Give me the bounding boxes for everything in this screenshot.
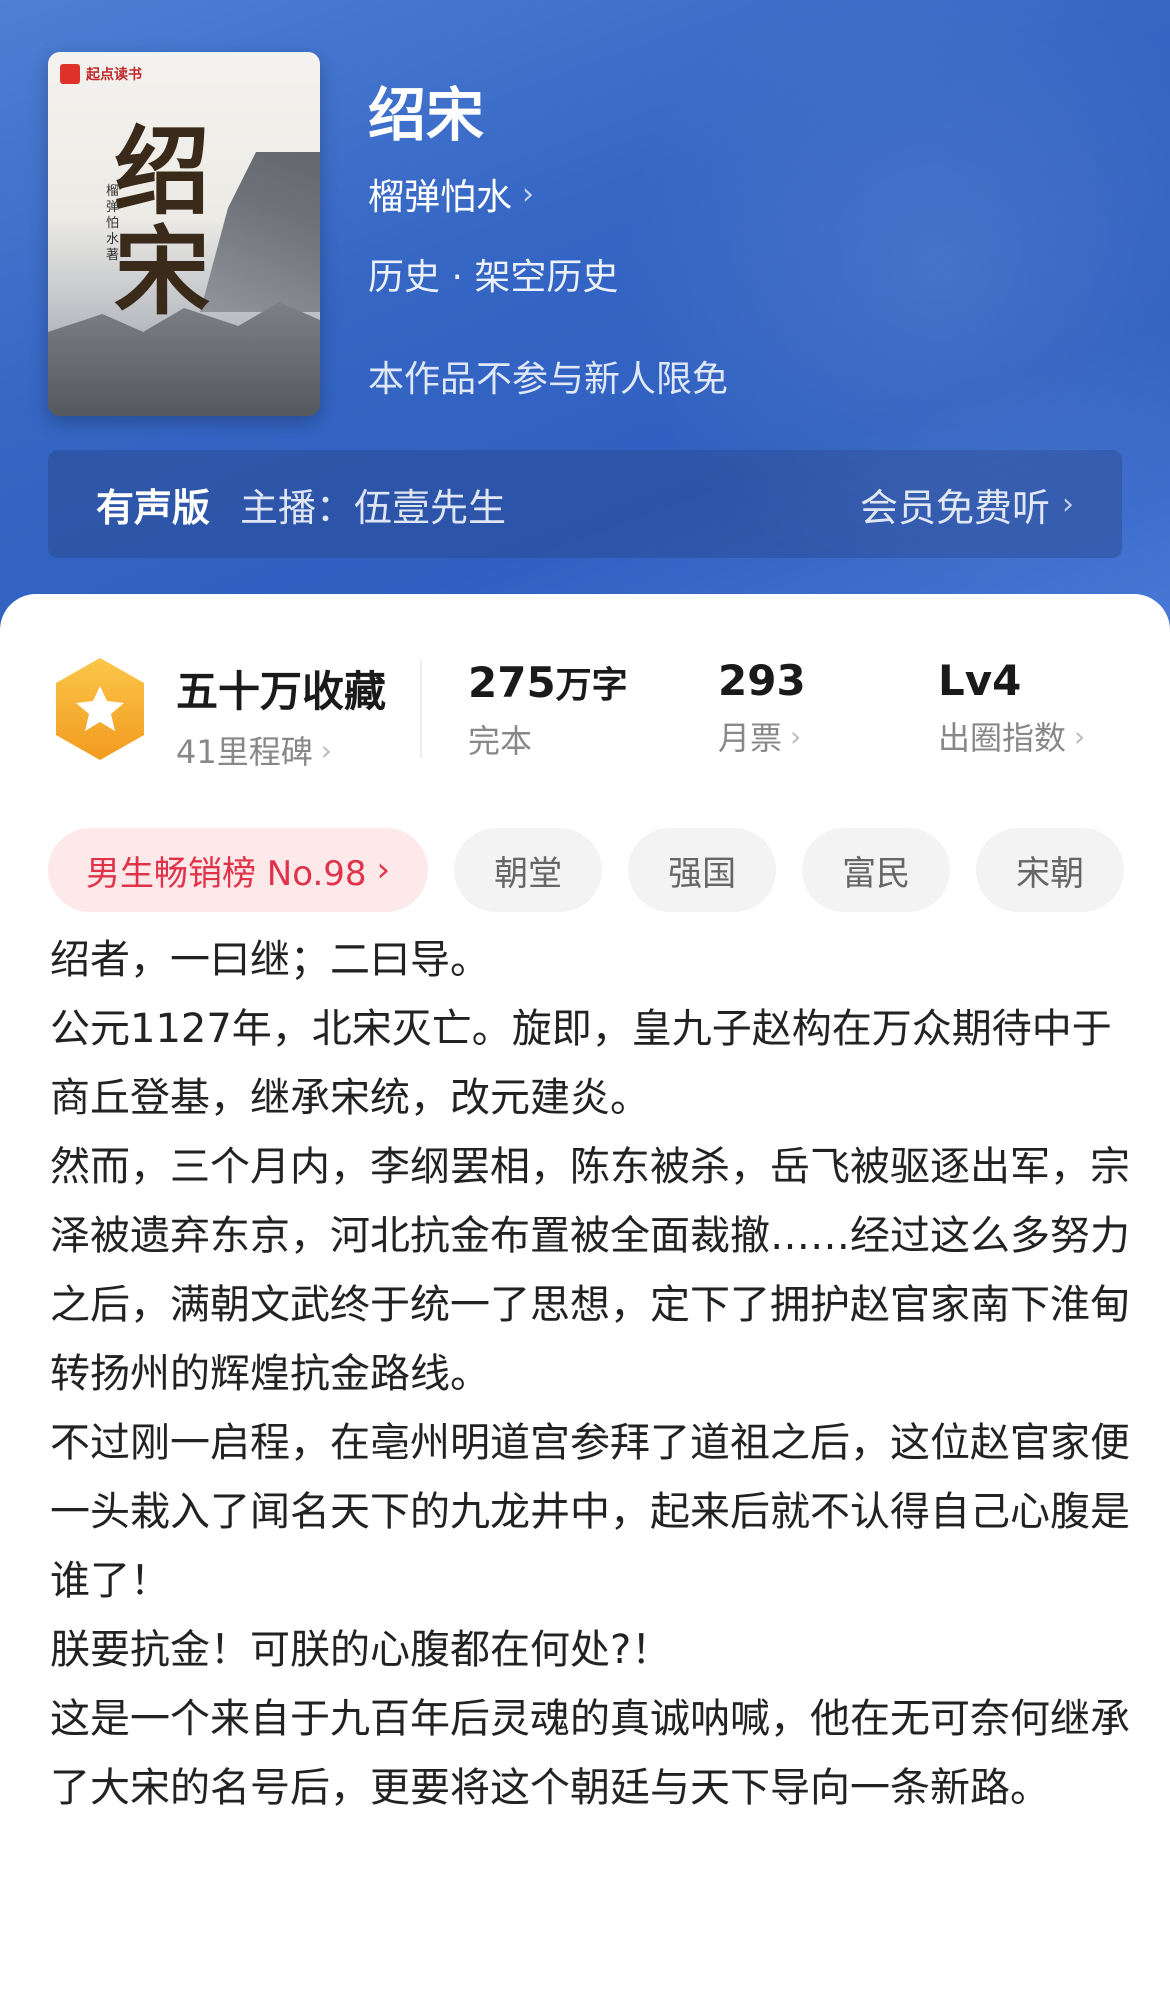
free-listen-link[interactable]: 会员免费听 › — [860, 477, 1074, 532]
chevron-right-icon: › — [1062, 486, 1074, 522]
promo-notice: 本作品不参与新人限免 — [368, 359, 729, 400]
tag-qiangguo[interactable]: 强国 — [628, 828, 777, 912]
rank-tag[interactable]: 男生畅销榜 No.98 › — [48, 828, 429, 912]
collection-count: 五十万收藏 — [176, 667, 387, 716]
tag-chaotang[interactable]: 朝堂 — [454, 828, 603, 912]
synopsis-paragraph: 然而，三个月内，李纲罢相，陈东被杀，岳飞被驱逐出军，宗泽被遗弃东京，河北抗金布置… — [50, 1144, 1130, 1397]
detail-sheet: 五十万收藏 41里程碑 › 275万字 完本 293 月票 › Lv4 出圈指数… — [0, 594, 1170, 1992]
monthly-ticket-count: 293 — [718, 656, 806, 705]
synopsis-paragraph: 公元1127年，北宋灭亡。旋即，皇九子赵构在万众期待中于商丘登基，继承宋统，改元… — [50, 1006, 1112, 1121]
author-link[interactable]: 榴弹怕水 › — [368, 168, 534, 220]
cover-brand: 起点读书 — [60, 64, 142, 84]
rank-label: 男生畅销榜 No.98 — [86, 853, 367, 894]
popularity-index-stat[interactable]: Lv4 出圈指数 › — [938, 656, 1085, 759]
book-title: 绍宋 — [368, 81, 485, 149]
free-listen-label: 会员免费听 — [859, 485, 1050, 530]
synopsis-paragraph: 不过刚一启程，在亳州明道宫参拜了道祖之后，这位赵官家便一头栽入了闻名天下的九龙井… — [50, 1420, 1130, 1604]
chevron-right-icon: › — [376, 850, 391, 890]
cover-title: 绍宋 — [114, 115, 210, 328]
synopsis-paragraph: 这是一个来自于九百年后灵魂的真诚呐喊，他在无可奈何继承了大宋的名号后，更要将这个… — [50, 1696, 1130, 1811]
tag-row: 男生畅销榜 No.98 › 朝堂 强国 富民 宋朝 — [48, 828, 1125, 912]
chevron-right-icon: › — [790, 719, 802, 753]
book-cover[interactable]: 起点读书 榴弹怕水著 绍宋 — [48, 52, 320, 416]
stats-divider — [420, 660, 422, 758]
monthly-ticket-label: 月票 — [718, 719, 783, 757]
tag-songchao[interactable]: 宋朝 — [976, 828, 1125, 912]
chevron-right-icon: › — [522, 176, 535, 212]
completion-status: 完本 — [468, 722, 533, 760]
star-badge-icon — [56, 658, 144, 760]
cover-illustration-roof — [200, 152, 320, 312]
synopsis-paragraph: 朕要抗金！可朕的心腹都在何处?！ — [50, 1627, 672, 1673]
milestone-label: 41里程碑 — [176, 733, 313, 771]
word-count-number: 275 — [468, 658, 556, 707]
stats-row: 五十万收藏 41里程碑 › 275万字 完本 293 月票 › Lv4 出圈指数… — [0, 594, 1170, 794]
monthly-ticket-stat[interactable]: 293 月票 › — [718, 656, 806, 759]
cover-brand-text: 起点读书 — [86, 67, 142, 83]
word-count-unit: 万字 — [555, 665, 628, 706]
collection-stat[interactable]: 五十万收藏 41里程碑 › — [176, 658, 386, 773]
word-count-stat: 275万字 完本 — [468, 656, 628, 762]
author-name: 榴弹怕水 — [368, 177, 513, 218]
chevron-right-icon: › — [1074, 719, 1086, 753]
qidian-logo-icon — [60, 64, 80, 84]
audio-version-bar[interactable]: 有声版 主播：伍壹先生 会员免费听 › — [48, 450, 1122, 558]
popularity-level: Lv4 — [938, 656, 1022, 705]
tag-fumin[interactable]: 富民 — [802, 828, 951, 912]
chevron-right-icon: › — [320, 733, 332, 767]
milestone-link[interactable]: 41里程碑 › — [176, 727, 386, 773]
book-synopsis: 绍者，一曰继；二曰导。 公元1127年，北宋灭亡。旋即，皇九子赵构在万众期待中于… — [50, 926, 1130, 1823]
audio-label: 有声版 — [96, 485, 211, 530]
book-category: 历史 · 架空历史 — [368, 257, 619, 298]
audio-anchor: 主播：伍壹先生 — [240, 485, 507, 530]
synopsis-paragraph: 绍者，一曰继；二曰导。 — [50, 937, 490, 983]
popularity-label: 出圈指数 — [938, 719, 1067, 757]
book-header: 起点读书 榴弹怕水著 绍宋 绍宋 榴弹怕水 › 历史 · 架空历史 本作品不参与… — [0, 0, 1170, 640]
